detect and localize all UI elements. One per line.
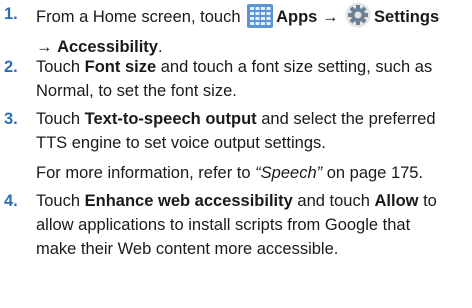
step-line: Touch Text-to-speech output and select t… [36,107,468,131]
step-text: on page 175. [326,164,424,182]
step-text: to [423,192,437,210]
speech-reference: “Speech” [255,164,323,182]
step-number: 1. [4,5,18,23]
step-text: and touch [297,192,370,210]
step-text: For more information, refer to [36,164,251,182]
step-text: Touch [36,192,81,210]
step-line: From a Home screen, touch Apps → Setting… [36,2,468,35]
arrow: → [321,8,339,26]
font-size-label: Font size [84,58,157,76]
step-text: Normal, to set the font size. [36,82,237,100]
settings-label: Settings [374,8,440,26]
step-text: TTS engine to set voice output settings. [36,134,326,152]
step-text: and select the preferred [261,110,436,128]
enhance-web-accessibility-label: Enhance web accessibility [84,192,293,210]
step-text: allow applications to install scripts fr… [36,216,411,234]
step-body: Touch Enhance web accessibility and touc… [36,189,468,261]
arrow: → [36,38,53,56]
step-number: 4. [4,192,18,210]
step-text: Touch [36,110,81,128]
step-text: and touch a font size setting, such as [160,58,433,76]
accessibility-label: Accessibility [57,38,158,56]
step-line: allow applications to install scripts fr… [36,213,468,237]
step-body: Touch Text-to-speech output and select t… [36,107,468,185]
apps-grid-icon [247,4,274,35]
step-line: For more information, refer to “Speech” … [36,161,468,185]
step-number: 3. [4,110,18,128]
step-line: make their Web content more accessible. [36,237,468,261]
step-text: Touch [36,58,81,76]
step-line: Normal, to set the font size. [36,79,468,103]
step-line: Touch Font size and touch a font size se… [36,55,468,79]
period: . [157,38,163,56]
step-number: 2. [4,58,18,76]
apps-label: Apps [276,8,318,26]
text-to-speech-label: Text-to-speech output [84,110,257,128]
step-text: From a Home screen, touch [36,8,241,26]
settings-gear-icon [345,2,371,35]
step-body: From a Home screen, touch Apps → Setting… [36,2,468,59]
step-line: TTS engine to set voice output settings. [36,131,468,155]
step-line: Touch Enhance web accessibility and touc… [36,189,468,213]
step-body: Touch Font size and touch a font size se… [36,55,468,103]
allow-label: Allow [374,192,419,210]
step-text: make their Web content more accessible. [36,240,339,258]
